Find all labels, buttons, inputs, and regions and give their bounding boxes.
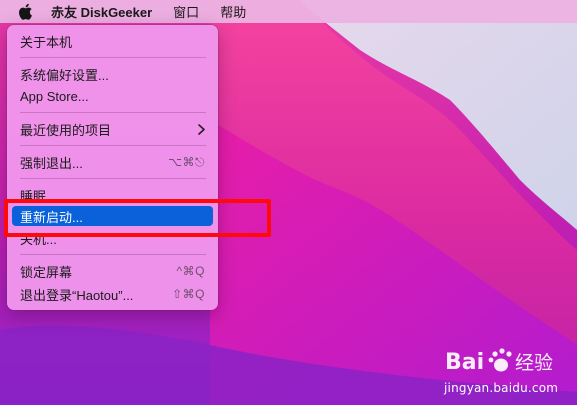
watermark-url: jingyan.baidu.com (444, 381, 559, 395)
svg-text:经验: 经验 (515, 352, 553, 374)
apple-menu-icon[interactable] (17, 3, 34, 20)
menu-separator (20, 145, 206, 146)
apple-menu-dropdown: 关于本机 系统偏好设置... App Store... 最近使用的项目 强制退出… (7, 25, 218, 310)
menu-item-label: App Store... (20, 88, 89, 104)
menu-separator (20, 57, 206, 58)
menu-item-app-store[interactable]: App Store... (12, 86, 213, 106)
baidu-jingyan-watermark: Bai 经验 jingyan.baidu.com (437, 344, 559, 399)
menubar-app-name[interactable]: 赤友 DiskGeeker (51, 2, 152, 21)
menubar-item-window[interactable]: 窗口 (173, 2, 199, 21)
annotation-highlight-box (4, 199, 271, 237)
menu-separator (20, 178, 206, 179)
menu-separator (20, 254, 206, 255)
menu-item-force-quit[interactable]: 强制退出... ⌥⌘⎋ (12, 152, 213, 172)
menu-item-recent-items[interactable]: 最近使用的项目 (12, 119, 213, 139)
menu-item-label: 锁定屏幕 (20, 264, 73, 280)
menu-item-label: 强制退出... (20, 155, 83, 171)
menu-item-label: 系统偏好设置... (20, 67, 109, 83)
force-quit-shortcut: ⌥⌘⎋ (168, 154, 205, 169)
menu-item-label: 退出登录“Haotou”... (20, 287, 134, 303)
baidu-paw-logo: Bai 经验 (445, 348, 553, 375)
menubar-item-help[interactable]: 帮助 (220, 2, 246, 21)
menu-item-label: 关于本机 (20, 34, 73, 50)
menu-separator (20, 112, 206, 113)
chevron-right-icon (195, 123, 205, 135)
menu-item-system-preferences[interactable]: 系统偏好设置... (12, 64, 213, 84)
lock-screen-shortcut: ^⌘Q (176, 264, 205, 278)
menu-item-label: 最近使用的项目 (20, 122, 112, 138)
menu-item-lock-screen[interactable]: 锁定屏幕 ^⌘Q (12, 261, 213, 281)
log-out-shortcut: ⇧⌘Q (172, 287, 205, 301)
menu-bar: 赤友 DiskGeeker 窗口 帮助 (0, 0, 577, 23)
menu-item-about-this-mac[interactable]: 关于本机 (12, 31, 213, 51)
svg-text:Bai: Bai (445, 350, 484, 375)
menu-item-log-out[interactable]: 退出登录“Haotou”... ⇧⌘Q (12, 284, 213, 304)
